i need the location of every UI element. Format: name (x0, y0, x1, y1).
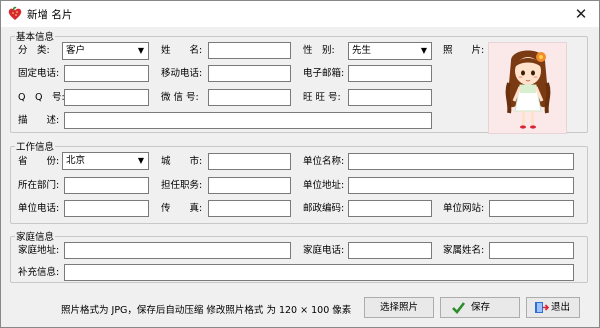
wangwang-input[interactable] (348, 89, 432, 106)
extra-info-label: 补充信息: (18, 267, 60, 278)
city-label: 城 市: (161, 156, 203, 167)
name-input[interactable] (208, 42, 291, 59)
province-label: 省 份: (18, 156, 60, 167)
category-select[interactable]: 客户 ▼ (62, 42, 149, 60)
photo-label: 照 片: (443, 45, 485, 56)
family-name-input[interactable] (489, 242, 574, 259)
girl-avatar-image (505, 50, 551, 129)
work-phone-input[interactable] (64, 200, 149, 217)
save-button[interactable]: 保存 (440, 297, 520, 318)
basic-info-legend: 基本信息 (16, 32, 55, 43)
company-label: 单位名称: (303, 156, 345, 167)
postcode-label: 邮政编码: (303, 203, 345, 214)
exit-label: 退出 (551, 302, 571, 313)
work-info-legend: 工作信息 (16, 142, 55, 153)
app-icon (8, 6, 22, 20)
checkmark-icon (452, 302, 466, 314)
email-input[interactable] (348, 65, 432, 82)
qq-label: Q Q 号: (18, 92, 65, 103)
close-icon: ✕ (574, 5, 588, 23)
wangwang-label: 旺 旺 号: (303, 92, 341, 103)
phone-label: 固定电话: (18, 68, 60, 79)
gender-value: 先生 (352, 45, 372, 56)
dept-label: 所在部门: (18, 180, 60, 191)
wechat-label: 微 信 号: (161, 92, 199, 103)
mobile-input[interactable] (208, 65, 291, 82)
dept-input[interactable] (64, 177, 149, 194)
desc-input[interactable] (64, 112, 432, 129)
fax-input[interactable] (208, 200, 291, 217)
gender-label: 性 别: (303, 45, 335, 56)
category-label: 分 类: (18, 45, 50, 56)
website-label: 单位网站: (443, 203, 485, 214)
fax-label: 传 真: (161, 203, 203, 214)
gender-select[interactable]: 先生 ▼ (348, 42, 432, 60)
address-input[interactable] (348, 177, 574, 194)
work-phone-label: 单位电话: (18, 203, 60, 214)
position-label: 担任职务: (161, 180, 203, 191)
qq-input[interactable] (64, 89, 149, 106)
family-name-label: 家属姓名: (443, 245, 485, 256)
email-label: 电子邮箱: (303, 68, 345, 79)
home-address-input[interactable] (64, 242, 291, 259)
province-value: 北京 (66, 155, 86, 166)
home-phone-input[interactable] (348, 242, 432, 259)
extra-info-input[interactable] (64, 264, 574, 281)
chevron-down-icon: ▼ (133, 153, 148, 169)
close-button[interactable]: ✕ (571, 4, 591, 24)
desc-label: 描 述: (18, 115, 60, 126)
wechat-input[interactable] (208, 89, 291, 106)
home-phone-label: 家庭电话: (303, 245, 345, 256)
home-address-label: 家庭地址: (18, 245, 60, 256)
chevron-down-icon: ▼ (416, 43, 431, 59)
province-select[interactable]: 北京 ▼ (62, 152, 149, 170)
title-bar: 新增 名片 ✕ (1, 1, 599, 27)
select-photo-label: 选择照片 (379, 302, 418, 313)
position-input[interactable] (208, 177, 291, 194)
chevron-down-icon: ▼ (133, 43, 148, 59)
mobile-label: 移动电话: (161, 68, 203, 79)
save-label: 保存 (471, 302, 491, 313)
postcode-input[interactable] (348, 200, 432, 217)
photo-format-note: 照片格式为 JPG，保存后自动压缩 修改照片格式 为 120 × 100 像素 (61, 305, 352, 316)
exit-button[interactable]: 退出 (526, 297, 580, 318)
name-label: 姓 名: (161, 45, 203, 56)
new-card-dialog: 新增 名片 ✕ 基本信息 分 类: 客户 ▼ 姓 名: 性 别: 先生 ▼ 照 … (0, 0, 600, 328)
phone-input[interactable] (64, 65, 149, 82)
address-label: 单位地址: (303, 180, 345, 191)
home-info-legend: 家庭信息 (16, 232, 55, 243)
window-title: 新增 名片 (27, 9, 73, 21)
photo-preview[interactable] (488, 42, 567, 134)
exit-door-icon (535, 302, 549, 313)
website-input[interactable] (489, 200, 574, 217)
company-input[interactable] (348, 153, 574, 170)
select-photo-button[interactable]: 选择照片 (364, 297, 434, 318)
category-value: 客户 (66, 45, 86, 56)
city-input[interactable] (208, 153, 291, 170)
